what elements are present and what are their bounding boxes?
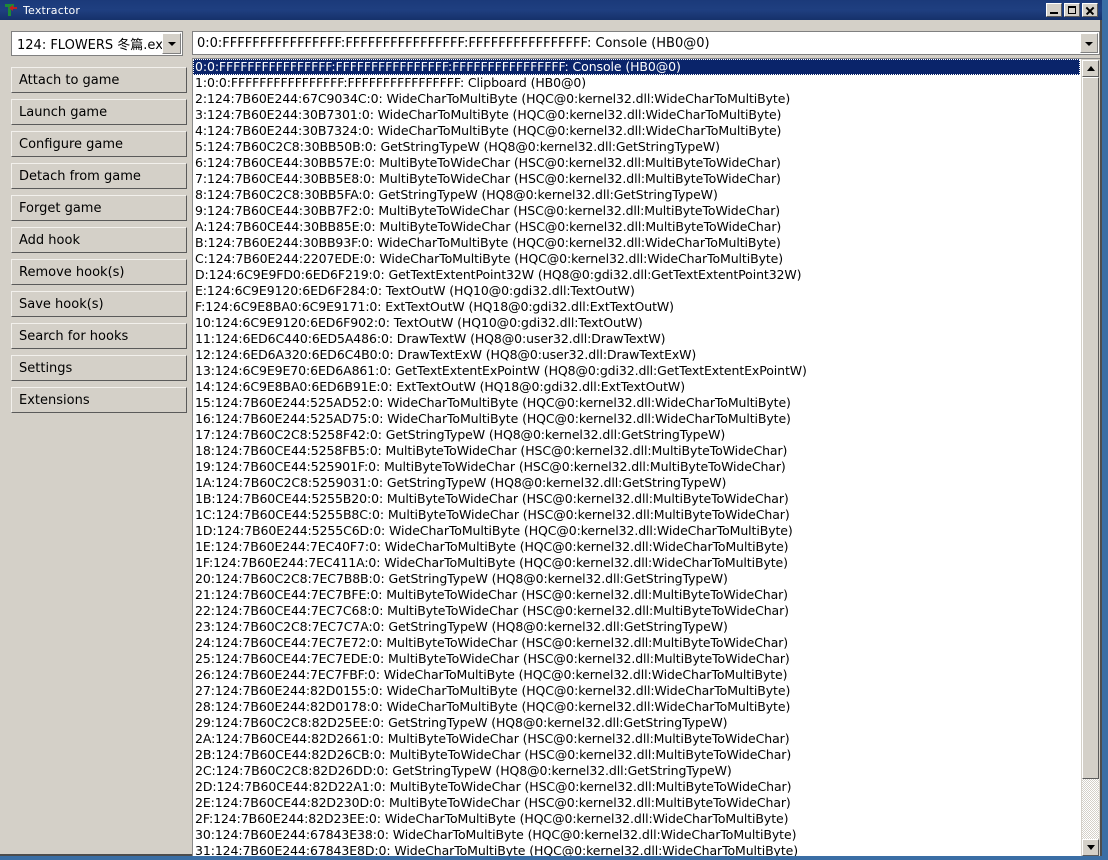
thread-list-item[interactable]: 1A:124:7B60C2C8:5259031:0: GetStringType… <box>193 475 1080 491</box>
thread-list-item[interactable]: 8:124:7B60C2C8:30BB5FA:0: GetStringTypeW… <box>193 187 1080 203</box>
thread-list-item[interactable]: 1D:124:7B60E244:5255C6D:0: WideCharToMul… <box>193 523 1080 539</box>
chevron-down-icon[interactable] <box>162 33 181 54</box>
process-select[interactable]: 124: FLOWERS 冬篇.exe <box>11 31 183 56</box>
scrollbar-track[interactable] <box>1082 77 1099 839</box>
thread-list-item[interactable]: 23:124:7B60C2C8:7EC7C7A:0: GetStringType… <box>193 619 1080 635</box>
maximize-button[interactable] <box>1064 3 1080 17</box>
sidebar-button-add-hook[interactable]: Add hook <box>11 227 187 253</box>
thread-list-item[interactable]: 27:124:7B60E244:82D0155:0: WideCharToMul… <box>193 683 1080 699</box>
thread-list-item[interactable]: 1:0:0:FFFFFFFFFFFFFFFF:FFFFFFFFFFFFFFFF:… <box>193 75 1080 91</box>
thread-list-item[interactable]: 24:124:7B60CE44:7EC7E72:0: MultiByteToWi… <box>193 635 1080 651</box>
close-button[interactable] <box>1082 3 1098 17</box>
thread-list-item[interactable]: 2B:124:7B60CE44:82D26CB:0: MultiByteToWi… <box>193 747 1080 763</box>
thread-list-item[interactable]: 18:124:7B60CE44:5258FB5:0: MultiByteToWi… <box>193 443 1080 459</box>
thread-list-item[interactable]: 0:0:FFFFFFFFFFFFFFFF:FFFFFFFFFFFFFFFF:FF… <box>193 59 1080 75</box>
thread-select[interactable]: 0:0:FFFFFFFFFFFFFFFF:FFFFFFFFFFFFFFFF:FF… <box>192 31 1100 55</box>
thread-list-item[interactable]: 6:124:7B60CE44:30BB57E:0: MultiByteToWid… <box>193 155 1080 171</box>
thread-list-item[interactable]: 10:124:6C9E9120:6ED6F902:0: TextOutW (HQ… <box>193 315 1080 331</box>
thread-list-item[interactable]: E:124:6C9E9120:6ED6F284:0: TextOutW (HQ1… <box>193 283 1080 299</box>
thread-list-item[interactable]: D:124:6C9E9FD0:6ED6F219:0: GetTextExtent… <box>193 267 1080 283</box>
maximize-icon <box>1068 6 1076 14</box>
thread-list-item[interactable]: 13:124:6C9E9E70:6ED6A861:0: GetTextExten… <box>193 363 1080 379</box>
textractor-logo-icon <box>3 2 19 18</box>
thread-list-item[interactable]: 21:124:7B60CE44:7EC7BFE:0: MultiByteToWi… <box>193 587 1080 603</box>
sidebar: 124: FLOWERS 冬篇.exe Attach to game Launch… <box>2 22 190 625</box>
process-select-value: 124: FLOWERS 冬篇.exe <box>12 34 162 53</box>
thread-list-item[interactable]: 1E:124:7B60E244:7EC40F7:0: WideCharToMul… <box>193 539 1080 555</box>
thread-list-item[interactable]: 4:124:7B60E244:30B7324:0: WideCharToMult… <box>193 123 1080 139</box>
thread-list-item[interactable]: 9:124:7B60CE44:30BB7F2:0: MultiByteToWid… <box>193 203 1080 219</box>
thread-list-scrollbar[interactable] <box>1081 59 1100 856</box>
textractor-window: Textractor 124: FLOWERS 冬篇.exe Attach to… <box>0 0 1102 856</box>
thread-list-item[interactable]: C:124:7B60E244:2207EDE:0: WideCharToMult… <box>193 251 1080 267</box>
sidebar-button-extensions[interactable]: Extensions <box>11 387 187 413</box>
chevron-down-icon[interactable] <box>1080 33 1098 53</box>
thread-list-item[interactable]: 15:124:7B60E244:525AD52:0: WideCharToMul… <box>193 395 1080 411</box>
thread-list[interactable]: 0:0:FFFFFFFFFFFFFFFF:FFFFFFFFFFFFFFFF:FF… <box>192 58 1100 856</box>
thread-list-item[interactable]: 29:124:7B60C2C8:82D25EE:0: GetStringType… <box>193 715 1080 731</box>
thread-list-item[interactable]: 20:124:7B60C2C8:7EC7B8B:0: GetStringType… <box>193 571 1080 587</box>
thread-list-item[interactable]: 2C:124:7B60C2C8:82D26DD:0: GetStringType… <box>193 763 1080 779</box>
thread-list-item[interactable]: 1F:124:7B60E244:7EC411A:0: WideCharToMul… <box>193 555 1080 571</box>
sidebar-button-configure-game[interactable]: Configure game <box>11 131 187 157</box>
thread-select-value: 0:0:FFFFFFFFFFFFFFFF:FFFFFFFFFFFFFFFF:FF… <box>193 36 1080 51</box>
minimize-icon <box>1050 12 1058 14</box>
sidebar-button-forget-game[interactable]: Forget game <box>11 195 187 221</box>
thread-list-item[interactable]: 31:124:7B60E244:67843E8D:0: WideCharToMu… <box>193 843 1080 856</box>
thread-list-item[interactable]: 11:124:6ED6C440:6ED5A486:0: DrawTextW (H… <box>193 331 1080 347</box>
sidebar-button-search-for-hooks[interactable]: Search for hooks <box>11 323 187 349</box>
thread-list-item[interactable]: B:124:7B60E244:30BB93F:0: WideCharToMult… <box>193 235 1080 251</box>
thread-list-item[interactable]: 12:124:6ED6A320:6ED6C4B0:0: DrawTextExW … <box>193 347 1080 363</box>
sidebar-button-detach-from-game[interactable]: Detach from game <box>11 163 187 189</box>
thread-list-item[interactable]: 28:124:7B60E244:82D0178:0: WideCharToMul… <box>193 699 1080 715</box>
thread-list-item[interactable]: 5:124:7B60C2C8:30BB50B:0: GetStringTypeW… <box>193 139 1080 155</box>
sidebar-button-save-hook-s[interactable]: Save hook(s) <box>11 291 187 317</box>
thread-list-item[interactable]: 14:124:6C9E8BA0:6ED6B91E:0: ExtTextOutW … <box>193 379 1080 395</box>
window-controls <box>1046 3 1098 17</box>
triangle-up-icon[interactable] <box>1082 60 1099 77</box>
thread-list-item[interactable]: 2D:124:7B60CE44:82D22A1:0: MultiByteToWi… <box>193 779 1080 795</box>
thread-list-item[interactable]: 19:124:7B60CE44:525901F:0: MultiByteToWi… <box>193 459 1080 475</box>
thread-list-item[interactable]: 7:124:7B60CE44:30BB5E8:0: MultiByteToWid… <box>193 171 1080 187</box>
scrollbar-thumb[interactable] <box>1082 77 1099 779</box>
sidebar-button-launch-game[interactable]: Launch game <box>11 99 187 125</box>
triangle-down-icon[interactable] <box>1082 839 1099 856</box>
thread-list-item[interactable]: 17:124:7B60C2C8:5258F42:0: GetStringType… <box>193 427 1080 443</box>
thread-list-item[interactable]: 1B:124:7B60CE44:5255B20:0: MultiByteToWi… <box>193 491 1080 507</box>
thread-list-item[interactable]: 2E:124:7B60CE44:82D230D:0: MultiByteToWi… <box>193 795 1080 811</box>
sidebar-button-settings[interactable]: Settings <box>11 355 187 381</box>
thread-list-rows: 0:0:FFFFFFFFFFFFFFFF:FFFFFFFFFFFFFFFF:FF… <box>193 59 1080 856</box>
thread-list-item[interactable]: 16:124:7B60E244:525AD75:0: WideCharToMul… <box>193 411 1080 427</box>
thread-list-item[interactable]: 2:124:7B60E244:67C9034C:0: WideCharToMul… <box>193 91 1080 107</box>
thread-list-item[interactable]: 2A:124:7B60CE44:82D2661:0: MultiByteToWi… <box>193 731 1080 747</box>
minimize-button[interactable] <box>1046 3 1062 17</box>
desktop-background: Textractor 124: FLOWERS 冬篇.exe Attach to… <box>0 0 1108 860</box>
sidebar-button-attach-to-game[interactable]: Attach to game <box>11 67 187 93</box>
thread-list-item[interactable]: 1C:124:7B60CE44:5255B8C:0: MultiByteToWi… <box>193 507 1080 523</box>
thread-list-item[interactable]: 2F:124:7B60E244:82D23EE:0: WideCharToMul… <box>193 811 1080 827</box>
thread-list-item[interactable]: 3:124:7B60E244:30B7301:0: WideCharToMult… <box>193 107 1080 123</box>
thread-list-item[interactable]: F:124:6C9E8BA0:6C9E9171:0: ExtTextOutW (… <box>193 299 1080 315</box>
thread-list-item[interactable]: A:124:7B60CE44:30BB85E:0: MultiByteToWid… <box>193 219 1080 235</box>
sidebar-button-remove-hook-s[interactable]: Remove hook(s) <box>11 259 187 285</box>
thread-list-item[interactable]: 22:124:7B60CE44:7EC7C68:0: MultiByteToWi… <box>193 603 1080 619</box>
thread-list-item[interactable]: 30:124:7B60E244:67843E38:0: WideCharToMu… <box>193 827 1080 843</box>
thread-list-item[interactable]: 25:124:7B60CE44:7EC7EDE:0: MultiByteToWi… <box>193 651 1080 667</box>
thread-list-item[interactable]: 26:124:7B60E244:7EC7FBF:0: WideCharToMul… <box>193 667 1080 683</box>
window-titlebar[interactable]: Textractor <box>0 0 1102 20</box>
window-title: Textractor <box>23 4 1046 17</box>
